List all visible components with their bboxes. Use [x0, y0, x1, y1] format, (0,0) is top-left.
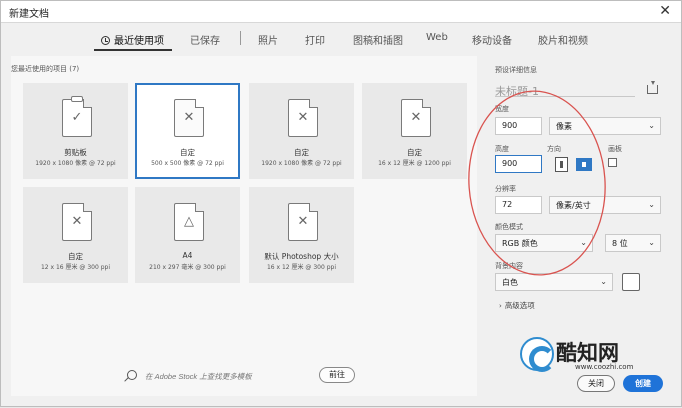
active-tab-underline [94, 49, 172, 51]
clipboard-icon: ✓ [62, 96, 92, 137]
preset-desc: 1920 x 1080 像素 @ 72 ppi [35, 160, 116, 167]
landscape-orientation-icon[interactable] [576, 158, 592, 171]
preset-card-custom[interactable]: ✕ 自定 16 x 12 厘米 @ 1200 ppi [362, 83, 467, 179]
preset-card-custom-selected[interactable]: ✕ 自定 500 x 500 像素 @ 72 ppi [135, 83, 240, 179]
preset-desc: 12 x 16 厘米 @ 300 ppi [40, 264, 110, 271]
go-button[interactable]: 前往 [319, 367, 355, 383]
preset-desc: 16 x 12 厘米 @ 1200 ppi [378, 160, 451, 167]
preset-card-a4[interactable]: △ A4 210 x 297 毫米 @ 300 ppi [135, 187, 240, 283]
name-underline [495, 96, 635, 97]
portrait-orientation-icon[interactable] [555, 157, 568, 172]
tab-film-video[interactable]: 胶片和视频 [538, 32, 588, 47]
tab-saved[interactable]: 已保存 [190, 32, 220, 47]
preset-desc: 1920 x 1080 像素 @ 72 ppi [261, 160, 342, 167]
preset-card-default-photoshop[interactable]: ✕ 默认 Photoshop 大小 16 x 12 厘米 @ 300 ppi [249, 187, 354, 283]
artboard-checkbox[interactable] [608, 158, 617, 167]
preset-name: 自定 [294, 148, 309, 157]
preset-name: 默认 Photoshop 大小 [264, 252, 339, 261]
close-window-icon[interactable]: ✕ [659, 3, 671, 19]
close-button[interactable]: 关闭 [577, 375, 615, 392]
custom-doc-icon: ✕ [288, 203, 318, 241]
preset-name: 自定 [180, 148, 195, 157]
resolution-unit-select[interactable]: 像素/英寸 ⌄ [549, 196, 661, 214]
search-icon [127, 370, 137, 380]
tab-print[interactable]: 打印 [305, 32, 325, 47]
background-label: 背景内容 [495, 262, 523, 270]
tab-mobile[interactable]: 移动设备 [472, 32, 512, 47]
preset-card-clipboard[interactable]: ✓ 剪贴板 1920 x 1080 像素 @ 72 ppi [23, 83, 128, 179]
dialog-title: 新建文档 [9, 9, 49, 20]
advanced-options-toggle[interactable]: › 高级选项 [499, 300, 535, 311]
create-button[interactable]: 创建 [623, 375, 663, 392]
chevron-down-icon: ⌄ [648, 121, 655, 130]
watermark-url: www.coozhi.com [575, 363, 634, 371]
stock-search-input[interactable] [145, 368, 295, 384]
tab-photo[interactable]: 照片 [258, 32, 278, 47]
tab-recent[interactable]: 最近使用项 [101, 32, 164, 47]
background-color-swatch[interactable] [622, 273, 640, 291]
resolution-input[interactable]: 72 [495, 196, 542, 214]
width-unit-select[interactable]: 像素 ⌄ [549, 117, 661, 135]
preset-details-label: 预设详细信息 [495, 66, 537, 74]
preset-name: 剪贴板 [64, 148, 87, 157]
preset-name: 自定 [68, 252, 83, 261]
custom-doc-icon: ✕ [288, 99, 318, 137]
preset-tabs: 最近使用项 已保存 照片 打印 图稿和插图 Web 移动设备 胶片和视频 [1, 24, 681, 51]
preset-desc: 16 x 12 厘米 @ 300 ppi [266, 264, 336, 271]
a4-shapes-icon: △ [174, 203, 204, 241]
chevron-down-icon: ⌄ [648, 238, 655, 247]
custom-doc-icon: ✕ [174, 99, 204, 137]
chevron-right-icon: › [499, 302, 502, 310]
preset-name: A4 [182, 251, 193, 260]
title-bar: 新建文档 ✕ [1, 1, 681, 23]
custom-doc-icon: ✕ [401, 99, 431, 137]
preset-card-custom[interactable]: ✕ 自定 1920 x 1080 像素 @ 72 ppi [249, 83, 354, 179]
height-input[interactable]: 900 [495, 155, 542, 173]
clock-icon [101, 36, 110, 45]
tab-web[interactable]: Web [426, 32, 448, 43]
bit-depth-select[interactable]: 8 位 ⌄ [605, 234, 661, 252]
preset-name: 自定 [407, 148, 422, 157]
width-label: 宽度 [495, 105, 509, 113]
width-input[interactable]: 900 [495, 117, 542, 135]
tab-art-illustration[interactable]: 图稿和插图 [353, 32, 403, 47]
new-document-dialog: 新建文档 ✕ 最近使用项 已保存 照片 打印 图稿和插图 Web 移动设备 胶片… [0, 0, 682, 407]
save-preset-icon[interactable] [647, 81, 658, 94]
resolution-label: 分辨率 [495, 185, 516, 193]
artboard-label: 画板 [608, 145, 622, 153]
chevron-down-icon: ⌄ [648, 200, 655, 209]
preset-desc: 210 x 297 毫米 @ 300 ppi [149, 264, 226, 271]
color-mode-select[interactable]: RGB 颜色 ⌄ [495, 234, 593, 252]
watermark-logo-icon [520, 337, 555, 372]
background-select[interactable]: 白色 ⌄ [495, 273, 613, 291]
orientation-label: 方向 [547, 145, 561, 153]
chevron-down-icon: ⌄ [600, 277, 607, 286]
preset-desc: 500 x 500 像素 @ 72 ppi [151, 160, 224, 167]
preset-card-custom[interactable]: ✕ 自定 12 x 16 厘米 @ 300 ppi [23, 187, 128, 283]
custom-doc-icon: ✕ [62, 203, 92, 241]
recent-items-label: 您最近使用的项目 (7) [11, 65, 80, 73]
stock-search-bar: 前往 [31, 367, 471, 389]
chevron-down-icon: ⌄ [580, 238, 587, 247]
height-label: 高度 [495, 145, 509, 153]
tab-divider [240, 31, 241, 45]
color-mode-label: 颜色模式 [495, 223, 523, 231]
